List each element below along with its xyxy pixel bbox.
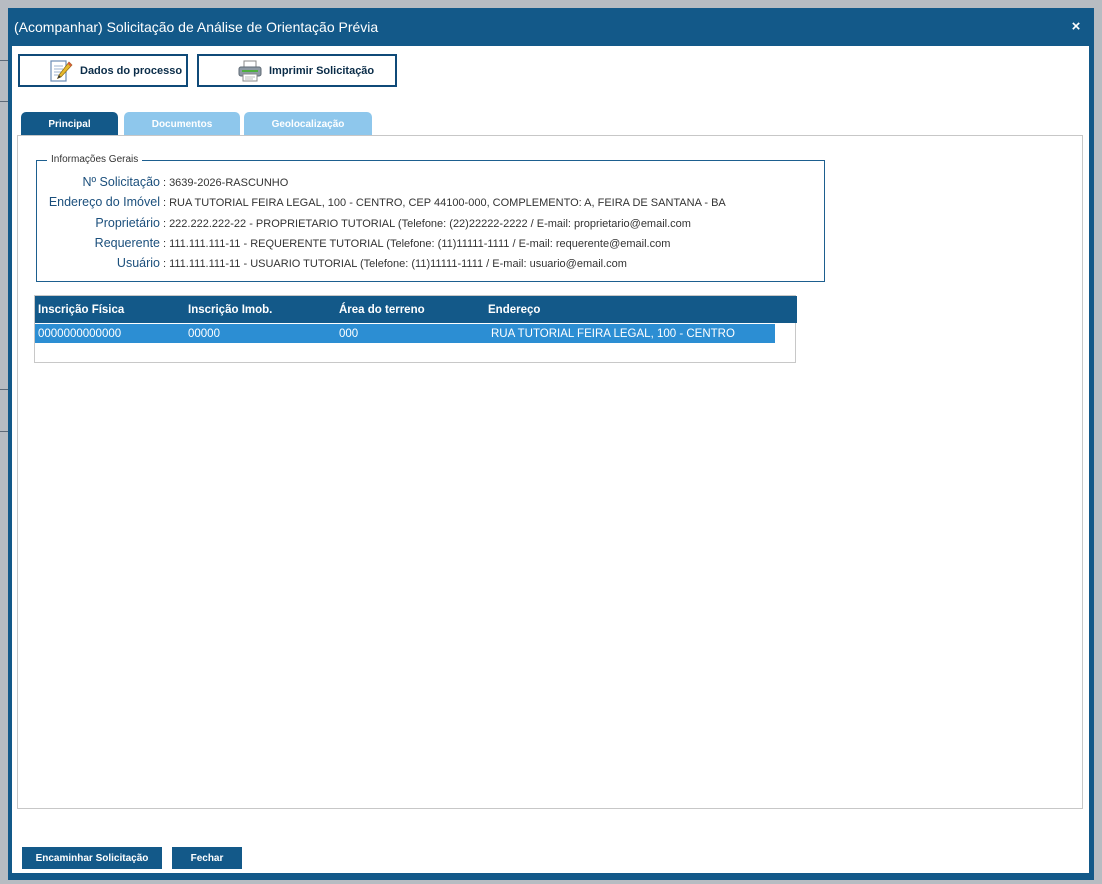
- info-label: Endereço do Imóvel: [48, 195, 160, 209]
- info-value: 3639-2026-RASCUNHO: [169, 177, 289, 189]
- dialog-content: Dados do processo Imprimir Solicitação P…: [12, 46, 1089, 873]
- informacoes-gerais-group: Informações Gerais Nº Solicitação:3639-2…: [36, 154, 825, 282]
- tab-panel-principal: Informações Gerais Nº Solicitação:3639-2…: [17, 135, 1083, 809]
- column-header-area-terreno[interactable]: Área do terreno: [339, 296, 425, 325]
- encaminhar-solicitacao-button[interactable]: Encaminhar Solicitação: [22, 847, 162, 869]
- info-label: Usuário: [116, 256, 160, 270]
- info-row-numero: Nº Solicitação:3639-2026-RASCUNHO: [37, 172, 288, 192]
- printer-icon: [238, 60, 262, 81]
- informacoes-gerais-legend: Informações Gerais: [47, 154, 143, 165]
- table-cell: 000: [339, 328, 359, 340]
- info-row-endereco: Endereço do Imóvel: RUA TUTORIAL FEIRA LE…: [37, 192, 726, 212]
- info-value: 111.111.111-11 - REQUERENTE TUTORIAL (Te…: [169, 238, 671, 250]
- table-cell: 00000: [188, 328, 220, 340]
- fechar-button[interactable]: Fechar: [172, 847, 242, 869]
- dialog-title: (Acompanhar) Solicitação de Análise de O…: [14, 19, 379, 35]
- info-label: Requerente: [94, 236, 160, 250]
- tab-documentos[interactable]: Documentos: [124, 112, 240, 135]
- table-header: Inscrição Física Inscrição Imob. Área do…: [35, 296, 797, 323]
- table-cell: RUA TUTORIAL FEIRA LEGAL, 100 - CENTRO: [491, 328, 735, 340]
- edit-document-icon: [50, 59, 73, 82]
- info-row-usuario: Usuário:111.111.111-11 - USUARIO TUTORIA…: [37, 253, 627, 273]
- info-row-proprietario: Proprietário:222.222.222-22 - PROPRIETAR…: [37, 213, 691, 233]
- imoveis-table: Inscrição Física Inscrição Imob. Área do…: [34, 295, 797, 363]
- info-label: Nº Solicitação: [82, 175, 160, 189]
- close-icon[interactable]: ×: [1064, 8, 1088, 46]
- column-header-inscricao-fisica[interactable]: Inscrição Física: [38, 296, 124, 325]
- tab-principal[interactable]: Principal: [21, 112, 118, 135]
- info-value: 111.111.111-11 - USUARIO TUTORIAL (Telef…: [169, 258, 627, 270]
- dados-processo-label: Dados do processo: [80, 64, 183, 77]
- column-header-endereco[interactable]: Endereço: [488, 296, 540, 325]
- imprimir-solicitacao-label: Imprimir Solicitação: [269, 64, 375, 77]
- column-header-inscricao-imob[interactable]: Inscrição Imob.: [188, 296, 272, 325]
- info-label: Proprietário: [95, 216, 160, 230]
- info-row-requerente: Requerente:111.111.111-11 - REQUERENTE T…: [37, 233, 671, 253]
- table-cell: 0000000000000: [38, 328, 122, 340]
- imprimir-solicitacao-button[interactable]: Imprimir Solicitação: [197, 54, 397, 87]
- dialog-window: (Acompanhar) Solicitação de Análise de O…: [8, 8, 1094, 880]
- tab-geolocalizacao[interactable]: Geolocalização: [244, 112, 372, 135]
- info-value: RUA TUTORIAL FEIRA LEGAL, 100 - CENTRO, …: [169, 197, 726, 209]
- dados-processo-button[interactable]: Dados do processo: [18, 54, 188, 87]
- background-lines: [0, 0, 8, 884]
- table-row[interactable]: 0000000000000 00000 000 RUA TUTORIAL FEI…: [35, 324, 775, 343]
- info-value: 222.222.222-22 - PROPRIETARIO TUTORIAL (…: [169, 218, 691, 230]
